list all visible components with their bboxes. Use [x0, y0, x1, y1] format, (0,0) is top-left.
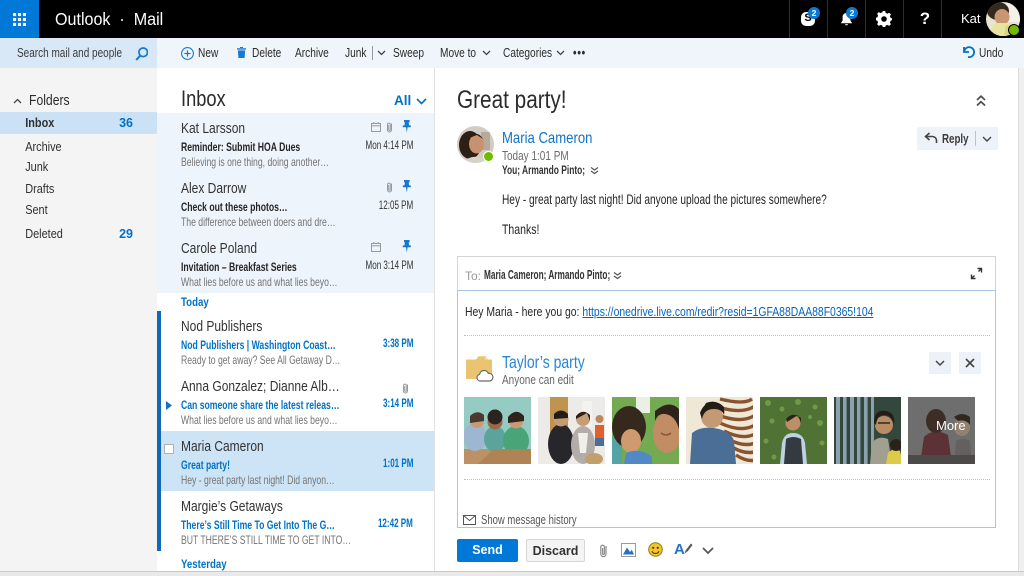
svg-text:More: More [936, 418, 966, 433]
